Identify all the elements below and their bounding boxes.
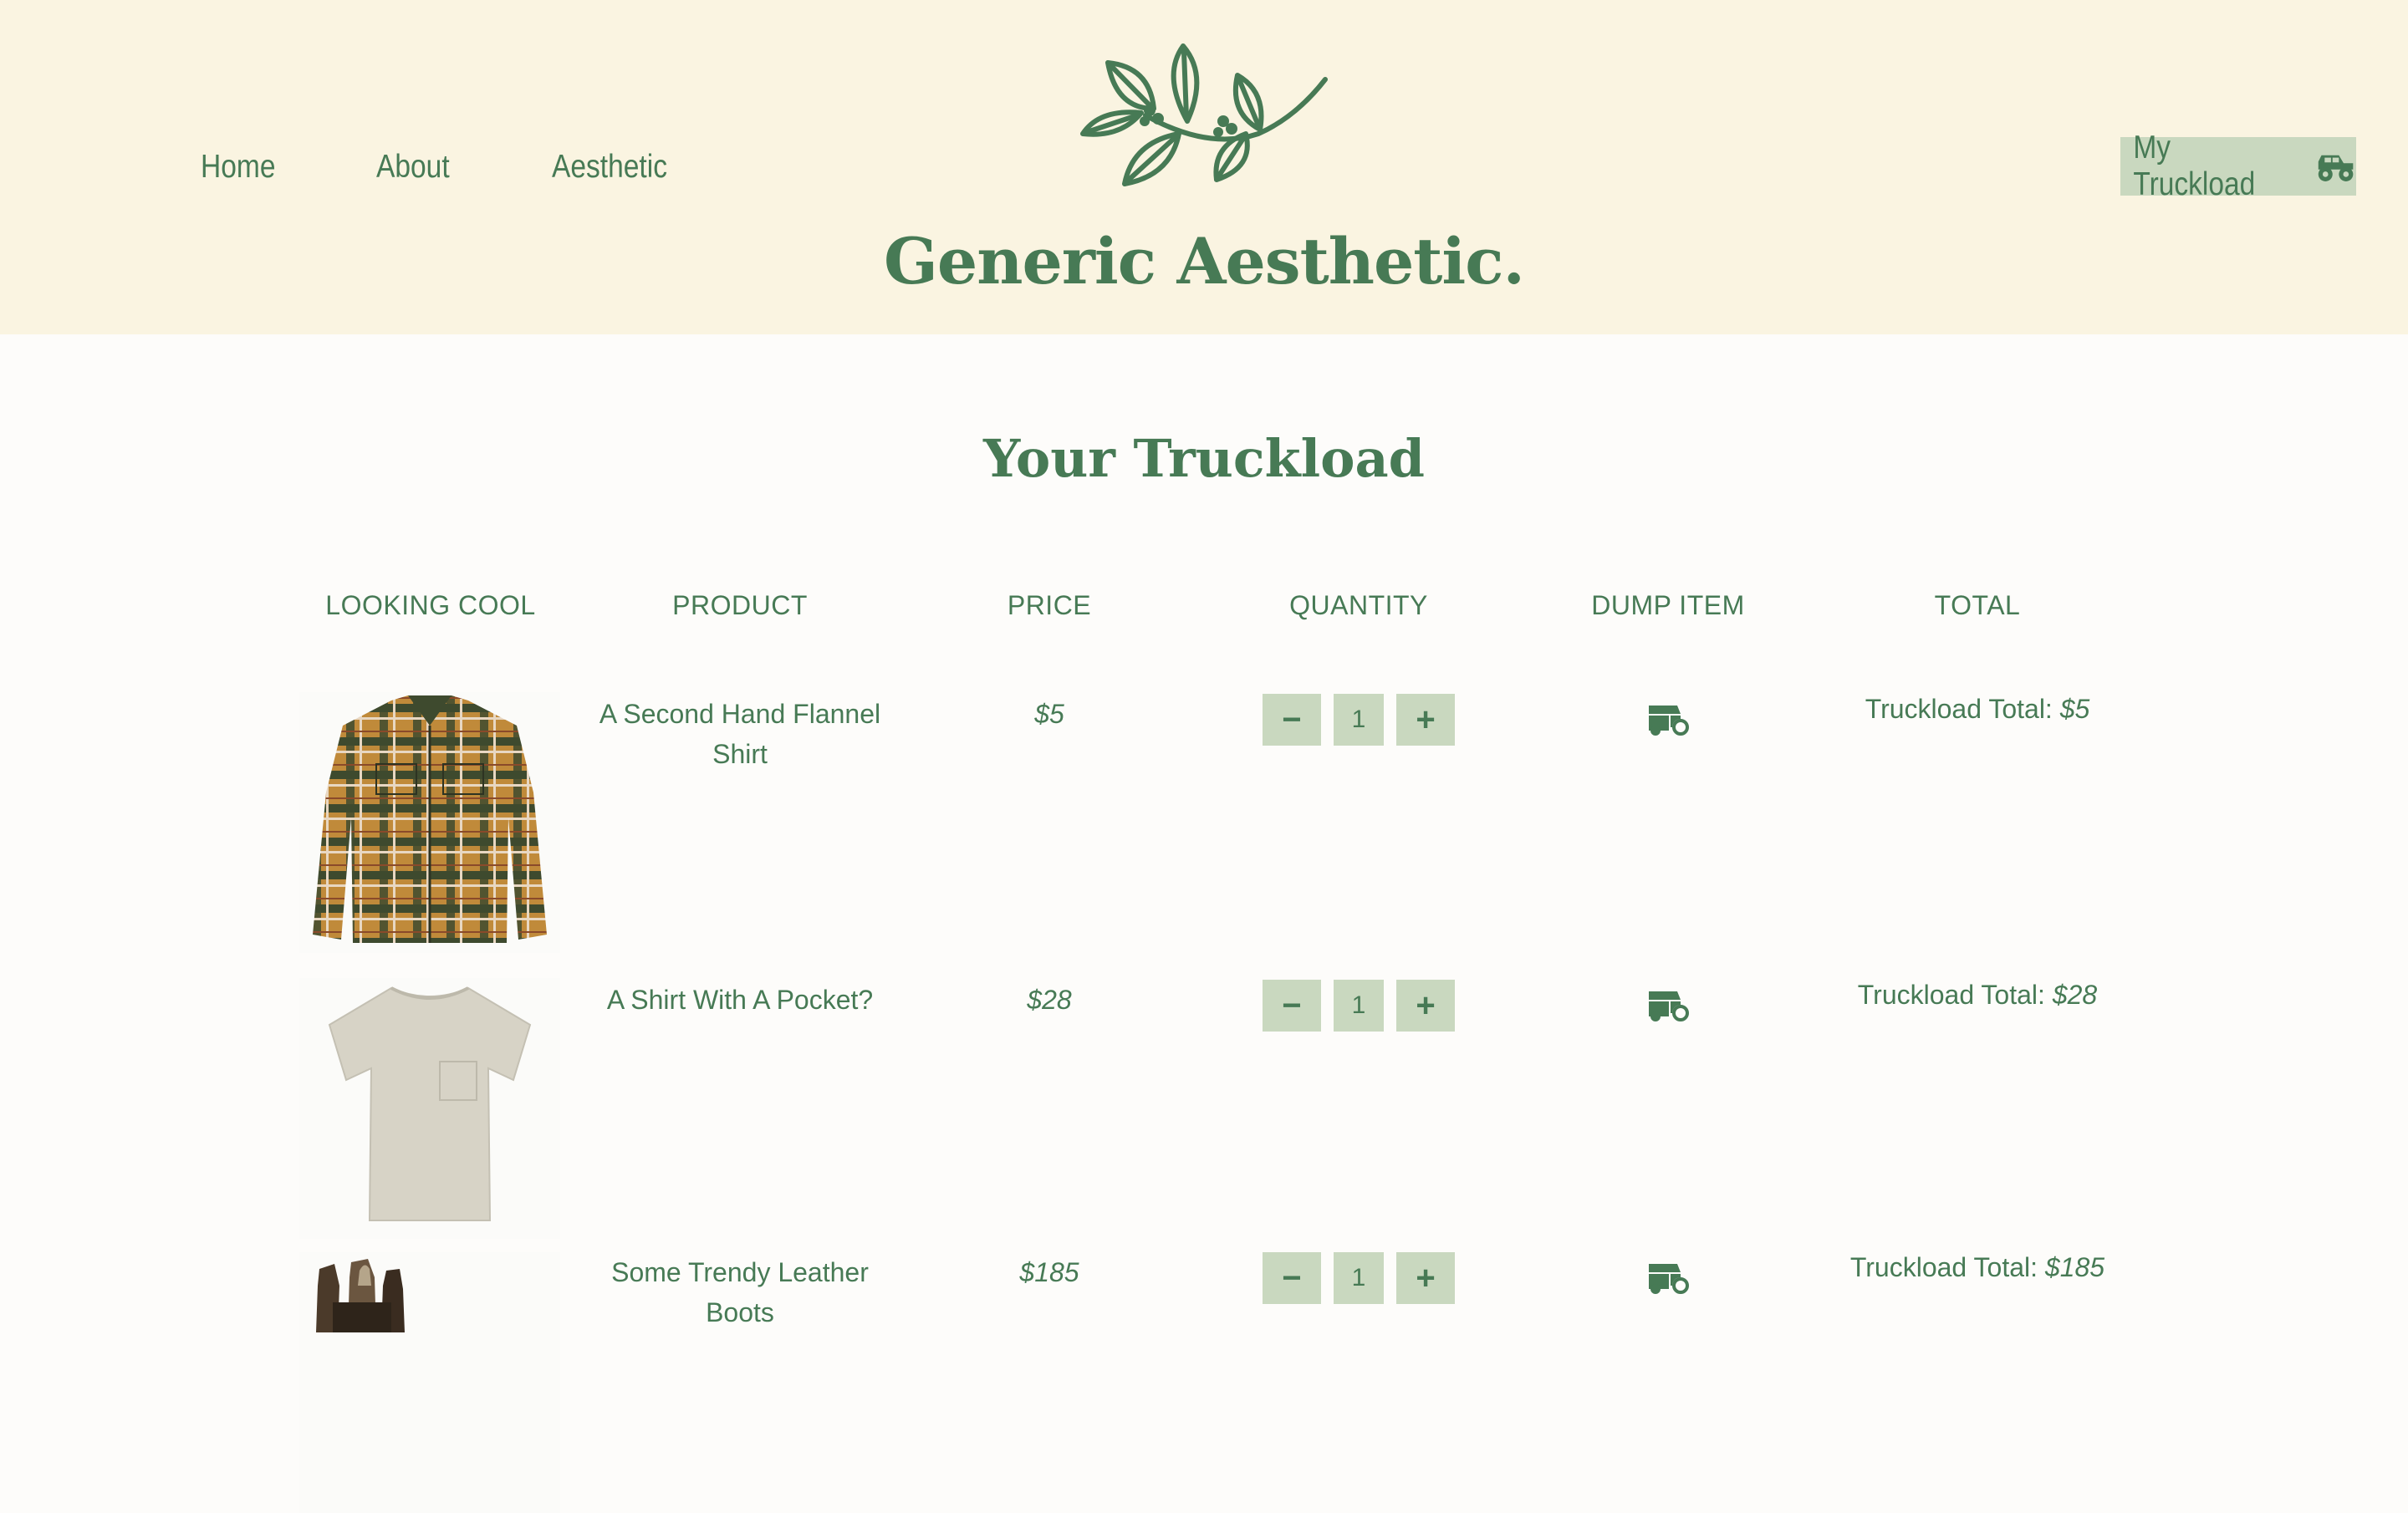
product-price: $5 xyxy=(1034,699,1064,729)
nav-about[interactable]: About xyxy=(376,149,450,186)
column-header-dump-item: DUMP ITEM xyxy=(1591,590,1745,620)
product-image-leather-boots xyxy=(299,1252,560,1513)
dump-truck-icon[interactable] xyxy=(1647,988,1691,1023)
product-name-line2: Boots xyxy=(706,1297,774,1327)
decrease-quantity-button[interactable]: − xyxy=(1263,694,1321,746)
brand-name[interactable]: Generic Aesthetic. xyxy=(0,224,2408,298)
row-total-amount: $185 xyxy=(2044,1252,2105,1282)
column-header-total: TOTAL xyxy=(1934,590,2021,620)
dump-truck-icon[interactable] xyxy=(1647,702,1691,737)
product-name-line1: A Second Hand Flannel xyxy=(599,699,881,729)
product-image-flannel xyxy=(299,692,560,953)
my-truckload-label: My Truckload xyxy=(2133,130,2256,202)
product-name: Some Trendy Leather Boots xyxy=(585,1252,895,1332)
increase-quantity-button[interactable]: + xyxy=(1396,980,1455,1032)
increase-quantity-button[interactable]: + xyxy=(1396,694,1455,746)
nav-home[interactable]: Home xyxy=(201,149,275,186)
row-total-label: Truckload Total: xyxy=(1865,694,2053,724)
product-name: A Shirt With A Pocket? xyxy=(585,980,895,1020)
my-truckload-button[interactable]: My Truckload xyxy=(2120,130,2356,202)
row-total-amount: $5 xyxy=(2059,694,2090,724)
decrease-quantity-button[interactable]: − xyxy=(1263,980,1321,1032)
nav-aesthetic[interactable]: Aesthetic xyxy=(552,149,667,186)
column-header-looking-cool: LOOKING COOL xyxy=(325,590,536,620)
row-total-label: Truckload Total: xyxy=(1857,980,2045,1010)
row-total: Truckload Total: $5 xyxy=(1802,694,2153,725)
product-name-line1: Some Trendy Leather xyxy=(611,1257,869,1287)
row-total: Truckload Total: $185 xyxy=(1802,1252,2153,1283)
quantity-value: 1 xyxy=(1334,980,1384,1032)
product-price: $185 xyxy=(1019,1257,1079,1287)
column-header-product: PRODUCT xyxy=(672,590,808,620)
site-header: Home About Aesthetic Generic Aesthetic. … xyxy=(0,0,2408,334)
product-image-pocket-tshirt xyxy=(299,978,560,1239)
decrease-quantity-button[interactable]: − xyxy=(1263,1252,1321,1304)
quantity-value: 1 xyxy=(1334,694,1384,746)
dump-truck-icon[interactable] xyxy=(1647,1261,1691,1296)
row-total-label: Truckload Total: xyxy=(1849,1252,2038,1282)
monster-truck-icon xyxy=(2318,155,2354,181)
leaf-branch-icon[interactable] xyxy=(1074,42,1334,192)
row-total-amount: $28 xyxy=(2052,980,2098,1010)
product-name: A Second Hand Flannel Shirt xyxy=(585,694,895,774)
increase-quantity-button[interactable]: + xyxy=(1396,1252,1455,1304)
page-title: Your Truckload xyxy=(982,428,1426,489)
column-header-price: PRICE xyxy=(1007,590,1092,620)
quantity-value: 1 xyxy=(1334,1252,1384,1304)
row-total: Truckload Total: $28 xyxy=(1802,980,2153,1011)
column-header-quantity: QUANTITY xyxy=(1289,590,1428,620)
product-name-line2: Shirt xyxy=(712,739,768,769)
product-name-line1: A Shirt With A Pocket? xyxy=(606,985,874,1015)
product-price: $28 xyxy=(1027,985,1072,1015)
